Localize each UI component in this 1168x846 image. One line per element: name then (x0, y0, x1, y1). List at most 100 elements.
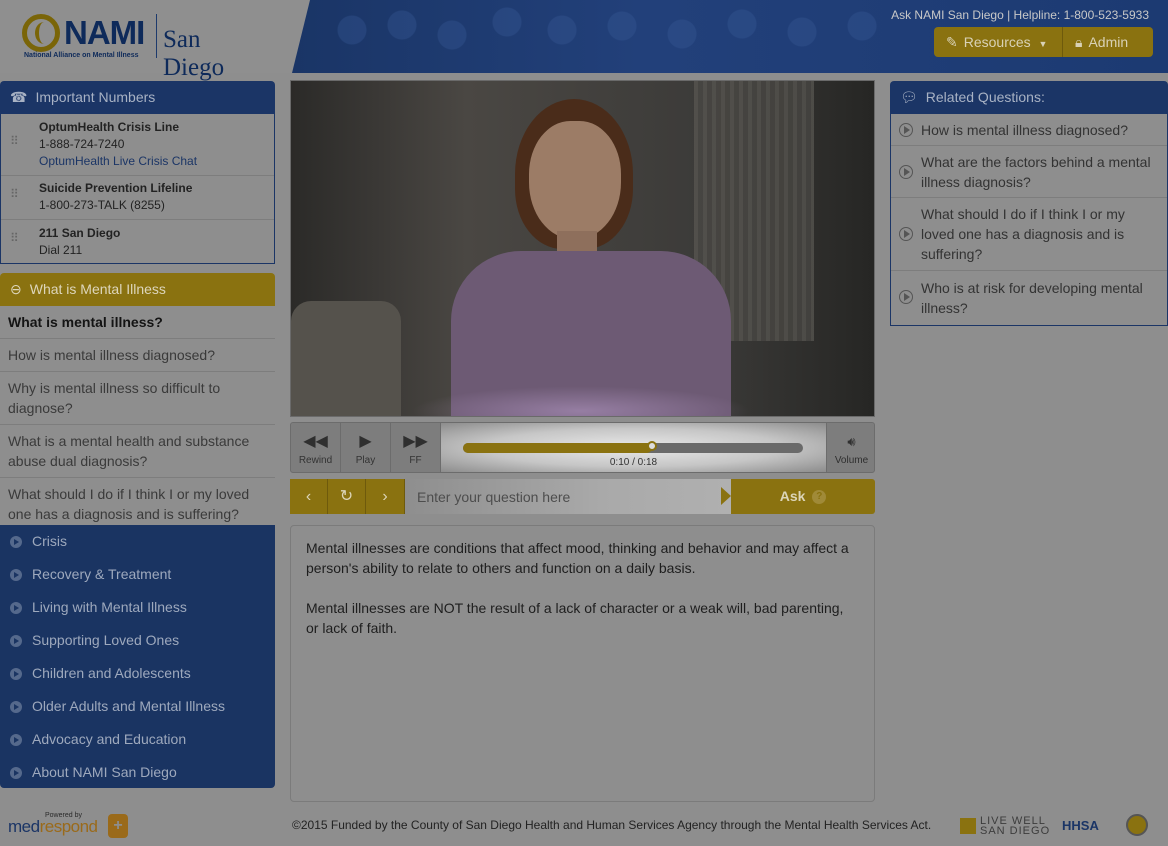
brand-prefix: med (8, 817, 40, 836)
related-questions-header: 💬︎ Related Questions: (890, 81, 1168, 114)
lock-icon: 🔒︎ (1075, 34, 1083, 50)
logo-word: NAMI (64, 14, 145, 51)
live-well-mark-icon (960, 818, 976, 834)
expand-arrow-icon (10, 668, 22, 680)
live-well-text: LIVE WELL SAN DIEGO (980, 816, 1051, 837)
related-question[interactable]: Who is at risk for developing mental ill… (891, 271, 1167, 324)
nami-logo[interactable]: NAMI National Alliance on Mental Illness… (22, 14, 262, 81)
fast-forward-button[interactable]: ▶▶ FF (391, 423, 441, 472)
video-glow (411, 386, 751, 416)
fast-forward-label: FF (409, 455, 422, 466)
time-display: 0:10 / 0:18 (609, 457, 658, 468)
volume-icon: 🔊︎ (847, 434, 856, 449)
important-numbers-header: ☎ Important Numbers (0, 81, 275, 114)
category-older-adults[interactable]: Older Adults and Mental Illness (0, 690, 275, 723)
related-question-text: What should I do if I think I or my love… (921, 206, 1125, 262)
related-questions-title: Related Questions: (925, 89, 1045, 105)
question-link[interactable]: What should I do if I think I or my love… (0, 478, 275, 530)
related-question-text: How is mental illness diagnosed? (921, 122, 1128, 138)
collapse-circle-icon: ⊖ (10, 281, 22, 297)
play-button[interactable]: ▶ Play (341, 423, 391, 472)
related-question[interactable]: What are the factors behind a mental ill… (891, 146, 1167, 198)
expand-arrow-icon (10, 701, 22, 713)
category-children-adolescents[interactable]: Children and Adolescents (0, 657, 275, 690)
seek-area: 0:10 / 0:18 (441, 423, 826, 472)
admin-button[interactable]: 🔒︎ Admin (1063, 27, 1153, 57)
question-input[interactable] (405, 479, 731, 514)
expand-arrow-icon (10, 734, 22, 746)
number-entry-phone: Dial 211 (39, 243, 83, 257)
play-circle-icon (899, 165, 913, 179)
keypad-icon: ⠿ (10, 187, 19, 201)
number-entry: ⠿ OptumHealth Crisis Line 1-888-724-7240… (1, 114, 274, 176)
category-label: Recovery & Treatment (32, 566, 172, 582)
expand-arrow-icon (10, 536, 22, 548)
number-entry-phone[interactable]: 1-800-273-TALK (8255) (39, 198, 165, 212)
category-recovery-treatment[interactable]: Recovery & Treatment (0, 558, 275, 591)
video-player-screen[interactable] (290, 80, 875, 417)
logo-tagline: National Alliance on Mental Illness (24, 52, 139, 59)
answer-text-panel: Mental illnesses are conditions that aff… (290, 525, 875, 802)
question-link[interactable]: How is mental illness diagnosed? (0, 339, 275, 372)
county-seal-icon (1126, 814, 1148, 836)
medrespond-logo[interactable]: Powered by medrespond + (8, 812, 133, 842)
number-entry-name: OptumHealth Crisis Line (39, 120, 180, 134)
category-supporting-loved-ones[interactable]: Supporting Loved Ones (0, 624, 275, 657)
category-advocacy-education[interactable]: Advocacy and Education (0, 723, 275, 756)
ask-button[interactable]: Ask ? (721, 479, 875, 514)
live-well-line2: SAN DIEGO (980, 825, 1051, 837)
chevron-right-icon: › (382, 488, 388, 505)
chevron-left-icon: ‹ (305, 488, 312, 505)
logo-divider (156, 14, 157, 58)
category-label: Older Adults and Mental Illness (32, 698, 225, 714)
seek-handle[interactable] (646, 441, 657, 451)
important-numbers-list: ⠿ OptumHealth Crisis Line 1-888-724-7240… (0, 114, 275, 264)
number-entry: ⠿ Suicide Prevention Lifeline 1-800-273-… (1, 176, 274, 220)
question-link[interactable]: Why is mental illness so difficult to di… (0, 372, 275, 425)
crisis-chat-link[interactable]: OptumHealth Live Crisis Chat (39, 154, 197, 168)
caret-down-icon: ▼ (1038, 39, 1048, 49)
question-link-active[interactable]: What is mental illness? (0, 306, 275, 339)
rewind-label: Rewind (298, 455, 333, 466)
category-about-nami[interactable]: About NAMI San Diego (0, 756, 275, 789)
back-button[interactable]: ‹ (290, 479, 328, 514)
rewind-button[interactable]: ◀◀ Rewind (291, 423, 341, 472)
play-label: Play (355, 455, 376, 466)
play-icon: ▶ (359, 433, 372, 450)
hhsa-logo[interactable]: HHSA (1062, 818, 1099, 833)
seek-bar[interactable] (463, 441, 803, 453)
sponsor-logos: LIVE WELL SAN DIEGO HHSA (960, 812, 1160, 840)
live-well-logo[interactable]: LIVE WELL SAN DIEGO (960, 816, 1051, 837)
related-question[interactable]: How is mental illness diagnosed? (891, 114, 1167, 146)
answer-paragraph: Mental illnesses are NOT the result of a… (306, 600, 844, 636)
play-circle-icon (899, 227, 913, 241)
resources-button[interactable]: ✎ Resources ▼ (934, 27, 1063, 57)
category-label: Advocacy and Education (32, 731, 187, 747)
helpline-text: Ask NAMI San Diego | Helpline: 1-800-523… (891, 8, 1149, 22)
volume-label: Volume (834, 455, 869, 466)
category-nav: Crisis Recovery & Treatment Living with … (0, 525, 275, 788)
category-living-with-mental-illness[interactable]: Living with Mental Illness (0, 591, 275, 624)
mental-illness-question-list: What is mental illness? How is mental il… (0, 306, 275, 530)
keypad-icon: ⠿ (10, 231, 19, 245)
number-entry-phone[interactable]: 1-888-724-7240 (39, 137, 124, 151)
replay-button[interactable]: ↻ (328, 479, 366, 514)
brand-suffix: respond (39, 817, 98, 836)
forward-button[interactable]: › (366, 479, 405, 514)
answer-paragraph: Mental illnesses are conditions that aff… (306, 540, 849, 576)
related-question[interactable]: What should I do if I think I or my love… (891, 198, 1167, 271)
medical-cross-icon: + (108, 814, 128, 838)
question-link[interactable]: What is a mental health and substance ab… (0, 425, 275, 478)
play-circle-icon (899, 123, 913, 137)
ask-bar: ‹ ↻ › Ask ? (290, 479, 875, 514)
volume-button[interactable]: 🔊︎ Volume (826, 423, 876, 472)
number-entry-name: 211 San Diego (39, 226, 121, 240)
chat-bubble-icon: 💬︎ (900, 89, 918, 105)
number-entry-name: Suicide Prevention Lifeline (39, 181, 193, 195)
presenter-face (529, 121, 621, 239)
number-entry: ⠿ 211 San Diego Dial 211 (1, 220, 274, 264)
copyright-text: ©2015 Funded by the County of San Diego … (292, 818, 932, 832)
what-is-mental-illness-header[interactable]: ⊖ What is Mental Illness (0, 273, 275, 306)
category-label: Supporting Loved Ones (32, 632, 180, 648)
category-crisis[interactable]: Crisis (0, 525, 275, 558)
